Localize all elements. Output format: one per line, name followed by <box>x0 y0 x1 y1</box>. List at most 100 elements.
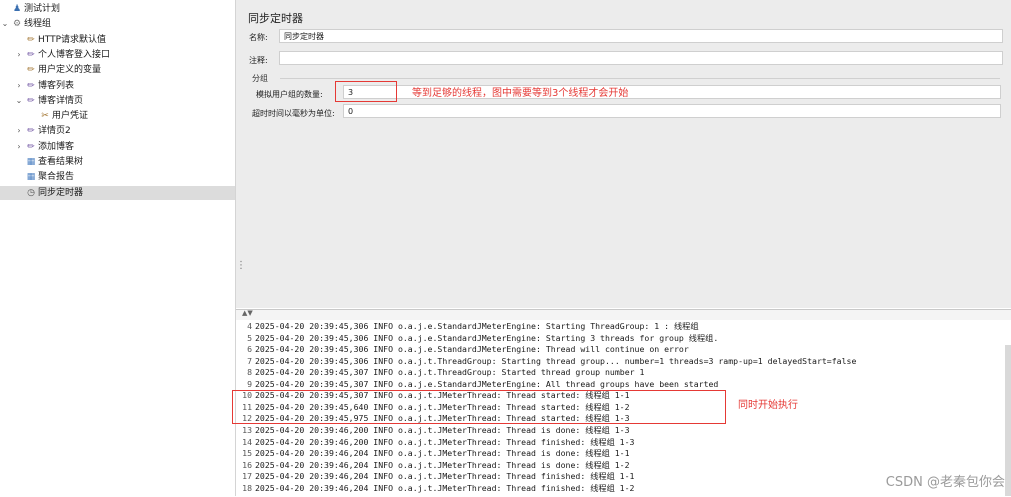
log-line: 4 2025-04-20 20:39:45,306 INFO o.a.j.e.St… <box>236 321 699 333</box>
log-text: 2025-04-20 20:39:45,306 INFO o.a.j.t.Thr… <box>255 355 857 366</box>
log-highlight-box <box>232 390 726 424</box>
log-line: 14 2025-04-20 20:39:46,200 INFO o.a.j.t.J… <box>236 437 634 449</box>
tree-item-label: 博客列表 <box>38 80 75 91</box>
log-text: 2025-04-20 20:39:45,307 INFO o.a.j.e.Sta… <box>255 378 719 389</box>
timeout-field[interactable]: 0 <box>343 104 1001 118</box>
test-plan-tree[interactable]: ♟ 测试计划 ⌄ ⚙ 线程组 ✏ HTTP请求默认值 › ✏ 个人博客登入接口 ✏ 用户定义的变量 › ✏… <box>0 0 236 496</box>
log-text: 2025-04-20 20:39:46,200 INFO o.a.j.t.JMe… <box>255 436 635 447</box>
log-text: 2025-04-20 20:39:46,204 INFO o.a.j.t.JMe… <box>255 482 635 493</box>
expand-toggle-icon[interactable]: ⌄ <box>14 94 24 108</box>
log-line: 6 2025-04-20 20:39:45,306 INFO o.a.j.e.St… <box>236 344 689 356</box>
line-number: 9 <box>247 378 252 389</box>
log-text: 2025-04-20 20:39:45,306 INFO o.a.j.e.Sta… <box>255 332 719 343</box>
comment-field[interactable] <box>279 51 1003 65</box>
vertical-scrollbar[interactable] <box>1005 345 1011 496</box>
tree-item[interactable]: ✂ 用户凭证 <box>0 109 235 123</box>
tree-item-label: 个人博客登入接口 <box>38 49 111 60</box>
timeout-label: 超时时间以毫秒为单位: <box>252 109 335 118</box>
timer-config-panel: 同步定时器 名称: 同步定时器 注释: 分组 模拟用户组的数量: 3 超时时间以… <box>236 0 1011 308</box>
comment-label: 注释: <box>249 56 268 65</box>
tree-node-icon: ✏ <box>27 65 35 76</box>
expand-toggle-icon[interactable]: › <box>14 48 24 62</box>
log-line: 9 2025-04-20 20:39:45,307 INFO o.a.j.e.St… <box>236 379 718 391</box>
tree-item[interactable]: ✏ HTTP请求默认值 <box>0 33 235 47</box>
line-number: 14 <box>242 436 252 447</box>
log-line: 13 2025-04-20 20:39:46,200 INFO o.a.j.t.J… <box>236 424 630 437</box>
name-field[interactable]: 同步定时器 <box>279 29 1003 43</box>
log-line: 16 2025-04-20 20:39:46,204 INFO o.a.j.t.J… <box>236 459 630 472</box>
tree-item-label: 测试计划 <box>24 4 61 14</box>
tree-node-icon: ▦ <box>26 172 36 183</box>
tree-node-icon: ✏ <box>27 126 35 137</box>
expand-toggle-icon[interactable]: ⌄ <box>0 17 10 31</box>
collapse-arrow-icon[interactable]: ▲▼ <box>242 309 253 317</box>
tree-item-label: 博客详情页 <box>38 95 84 106</box>
tree-item-label: 同步定时器 <box>38 187 84 198</box>
log-text: 2025-04-20 20:39:45,307 INFO o.a.j.t.Thr… <box>255 367 645 378</box>
highlight-box <box>335 81 397 102</box>
tree-node-icon: ◷ <box>27 187 35 198</box>
line-number: 5 <box>247 332 252 343</box>
log-text: 2025-04-20 20:39:46,200 INFO o.a.j.t.JMe… <box>255 424 630 435</box>
watermark: CSDN @老秦包你会 <box>885 475 1005 490</box>
log-line: 17 2025-04-20 20:39:46,204 INFO o.a.j.t.J… <box>236 471 634 483</box>
line-number: 8 <box>247 367 252 378</box>
line-number: 4 <box>247 321 252 331</box>
annotation-text: 等到足够的线程，图中需要等到3个线程才会开始 <box>412 88 629 99</box>
tree-item[interactable]: ▦ 聚合报告 <box>0 170 235 184</box>
tree-item-label: HTTP请求默认值 <box>38 34 107 45</box>
tree-item[interactable]: › ✏ 个人博客登入接口 <box>0 48 235 62</box>
log-text: 2025-04-20 20:39:46,204 INFO o.a.j.t.JMe… <box>255 471 635 482</box>
tree-node-icon: ✏ <box>27 95 35 106</box>
page-title: 同步定时器 <box>248 12 303 25</box>
tree-item[interactable]: ♟ 测试计划 <box>0 2 235 16</box>
tree-item[interactable]: ⌄ ⚙ 线程组 <box>0 17 235 31</box>
group-title: 分组 <box>252 74 268 83</box>
log-text: 2025-04-20 20:39:46,204 INFO o.a.j.t.JMe… <box>255 448 630 459</box>
expand-toggle-icon[interactable]: › <box>14 124 24 138</box>
log-text: 2025-04-20 20:39:45,306 INFO o.a.j.e.Sta… <box>255 321 699 331</box>
line-number: 18 <box>242 482 252 493</box>
tree-item[interactable]: ▦ 查看结果树 <box>0 155 235 169</box>
users-label: 模拟用户组的数量: <box>256 90 323 99</box>
log-text: 2025-04-20 20:39:46,204 INFO o.a.j.t.JMe… <box>255 459 630 470</box>
tree-item-label: 聚合报告 <box>38 172 75 183</box>
line-number: 17 <box>242 471 252 482</box>
tree-item[interactable]: ✏ 用户定义的变量 <box>0 63 235 77</box>
log-line: 7 2025-04-20 20:39:45,306 INFO o.a.j.t.Th… <box>236 356 856 368</box>
expand-toggle-icon[interactable]: › <box>14 140 24 154</box>
log-line: 5 2025-04-20 20:39:45,306 INFO o.a.j.e.St… <box>236 333 718 345</box>
log-text: 2025-04-20 20:39:45,306 INFO o.a.j.e.Sta… <box>255 344 689 355</box>
console-header: ▲▼ <box>236 309 1011 320</box>
tree-item-label: 线程组 <box>24 19 52 30</box>
tree-item-label: 用户凭证 <box>52 111 89 122</box>
tree-node-icon: ✏ <box>27 49 35 60</box>
log-line: 15 2025-04-20 20:39:46,204 INFO o.a.j.t.J… <box>236 448 630 460</box>
line-number: 15 <box>242 448 252 459</box>
tree-node-icon: ✂ <box>41 111 49 122</box>
group-divider <box>280 78 1000 79</box>
line-number: 6 <box>247 344 252 355</box>
line-number: 16 <box>242 459 252 470</box>
tree-item[interactable]: ⌄ ✏ 博客详情页 <box>0 94 235 108</box>
tree-item[interactable]: › ✏ 添加博客 <box>0 140 235 154</box>
tree-node-icon: ✏ <box>27 80 35 91</box>
log-console[interactable]: ▲▼ 4 2025-04-20 20:39:45,306 INFO o.a.j.e… <box>232 309 1011 497</box>
expand-toggle-icon[interactable]: › <box>14 79 24 93</box>
tree-item-label: 详情页2 <box>38 126 71 137</box>
log-line: 8 2025-04-20 20:39:45,307 INFO o.a.j.t.Th… <box>236 367 644 379</box>
tree-item-label: 用户定义的变量 <box>38 65 102 76</box>
tree-node-icon: ▦ <box>26 157 36 167</box>
tree-node-icon: ♟ <box>12 4 22 14</box>
tree-item[interactable]: › ✏ 博客列表 <box>0 79 235 93</box>
splitter-grip-icon[interactable]: ⋮ <box>236 260 246 271</box>
line-number: 7 <box>247 355 252 366</box>
tree-item-label: 查看结果树 <box>38 157 84 167</box>
tree-item[interactable]: › ✏ 详情页2 <box>0 124 235 138</box>
tree-node-icon: ✏ <box>27 34 35 45</box>
tree-node-icon: ⚙ <box>12 19 22 30</box>
tree-item[interactable]: ◷ 同步定时器 <box>0 185 235 200</box>
line-number: 13 <box>242 424 252 435</box>
log-annotation: 同时开始执行 <box>738 400 798 411</box>
log-line: 18 2025-04-20 20:39:46,204 INFO o.a.j.t.J… <box>236 483 634 495</box>
